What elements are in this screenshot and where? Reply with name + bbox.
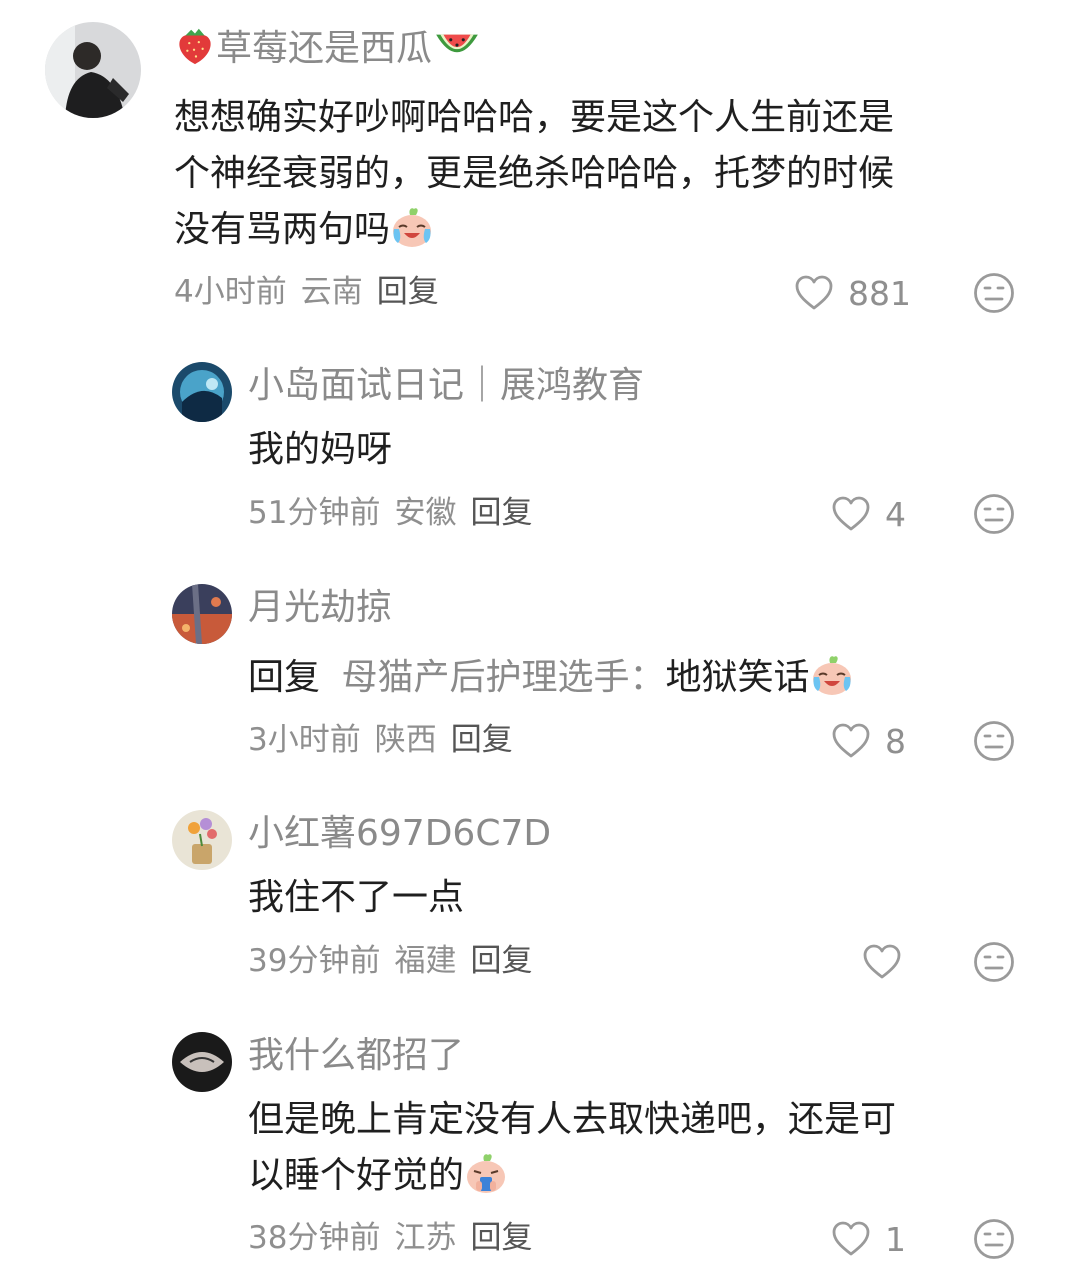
reply-prefix: 回复 — [248, 657, 321, 698]
comment-time: 51分钟前 — [248, 495, 381, 531]
crying-laugh-emoji — [390, 205, 434, 249]
comment-author[interactable]: 小岛面试日记｜展鸿教育 — [248, 364, 644, 408]
comment-text-segment: 地狱笑话 — [665, 657, 810, 698]
like-count: 1 — [885, 1219, 906, 1259]
heart-outline-icon — [831, 722, 871, 760]
comment-location: 福建 — [394, 943, 457, 979]
reply-button[interactable]: 回复 — [470, 943, 532, 979]
reply-button[interactable]: 回复 — [470, 1220, 532, 1256]
like-button[interactable]: 881 — [794, 271, 911, 315]
comment-meta: 38分钟前 江苏 回复 — [248, 1218, 546, 1258]
neutral-face-icon[interactable] — [973, 720, 1015, 762]
comment-time: 39分钟前 — [248, 943, 381, 979]
comment-location: 陕西 — [374, 722, 437, 758]
like-count: 4 — [885, 494, 906, 534]
comment-text-segment: 以睡个好觉的 — [248, 1155, 465, 1196]
heart-outline-icon — [862, 943, 902, 981]
comment-text: 我的妈呀 — [248, 429, 393, 470]
comment-meta: 4小时前 云南 回复 — [174, 272, 453, 312]
comment-location: 江苏 — [394, 1220, 457, 1256]
avatar[interactable] — [172, 362, 232, 422]
comment-author[interactable]: 草莓还是西瓜 — [174, 24, 482, 71]
comment-time: 4小时前 — [174, 274, 287, 310]
comment-text: 我住不了一点 — [248, 877, 465, 918]
avatar[interactable] — [172, 1032, 232, 1092]
strawberry-emoji — [174, 24, 216, 66]
comment-text: 但是晚上肯定没有人去取快递吧，还是可 以睡个好觉的 — [248, 1092, 1048, 1204]
author-name[interactable]: 草莓还是西瓜 — [216, 28, 432, 69]
comment-meta: 3小时前 陕西 回复 — [248, 720, 527, 760]
crying-laugh-emoji — [810, 653, 854, 697]
reply-button[interactable]: 回复 — [470, 495, 532, 531]
comment-text: 想想确实好吵啊哈哈哈，要是这个人生前还是 个神经衰弱的，更是绝杀哈哈哈，托梦的时… — [174, 90, 1034, 258]
like-button[interactable]: 1 — [831, 1217, 906, 1261]
comment-location: 云南 — [300, 274, 363, 310]
comment-location: 安徽 — [394, 495, 457, 531]
avatar[interactable] — [172, 810, 232, 870]
like-button[interactable]: 4 — [831, 492, 906, 536]
comment-meta: 51分钟前 安徽 回复 — [248, 493, 546, 533]
drinking-emoji — [464, 1151, 508, 1195]
reply-target-user[interactable]: 母猫产后护理选手： — [341, 657, 665, 698]
comment-author[interactable]: 小红薯697D6C7D — [248, 812, 551, 856]
watermelon-emoji — [432, 24, 482, 66]
comment-text-line: 个神经衰弱的，更是绝杀哈哈哈，托梦的时候 — [174, 153, 895, 194]
like-count: 881 — [848, 273, 911, 313]
comment-time: 3小时前 — [248, 722, 361, 758]
comment-text-line: 没有骂两句吗 — [174, 202, 1034, 258]
comment-text: 回复 母猫产后护理选手：地狱笑话 — [248, 650, 854, 706]
like-count: 8 — [885, 721, 906, 761]
comment-text-line: 以睡个好觉的 — [248, 1148, 1048, 1204]
comment-author[interactable]: 我什么都招了 — [248, 1034, 464, 1078]
comment-text-line: 但是晚上肯定没有人去取快递吧，还是可 — [248, 1099, 897, 1140]
reply-button[interactable]: 回复 — [377, 274, 439, 310]
heart-outline-icon — [831, 495, 871, 533]
heart-outline-icon — [794, 274, 834, 312]
avatar[interactable] — [172, 584, 232, 644]
comment-text-line: 想想确实好吵啊哈哈哈，要是这个人生前还是 — [174, 97, 895, 138]
like-button[interactable]: 8 — [831, 719, 906, 763]
comment-meta: 39分钟前 福建 回复 — [248, 941, 546, 981]
neutral-face-icon[interactable] — [973, 1218, 1015, 1260]
like-button[interactable] — [862, 940, 916, 984]
neutral-face-icon[interactable] — [973, 272, 1015, 314]
avatar[interactable] — [45, 22, 141, 118]
neutral-face-icon[interactable] — [973, 941, 1015, 983]
comment-author[interactable]: 月光劫掠 — [248, 586, 392, 630]
comment-time: 38分钟前 — [248, 1220, 381, 1256]
comment-text-segment: 没有骂两句吗 — [174, 209, 391, 250]
neutral-face-icon[interactable] — [973, 493, 1015, 535]
reply-button[interactable]: 回复 — [451, 722, 513, 758]
heart-outline-icon — [831, 1220, 871, 1258]
